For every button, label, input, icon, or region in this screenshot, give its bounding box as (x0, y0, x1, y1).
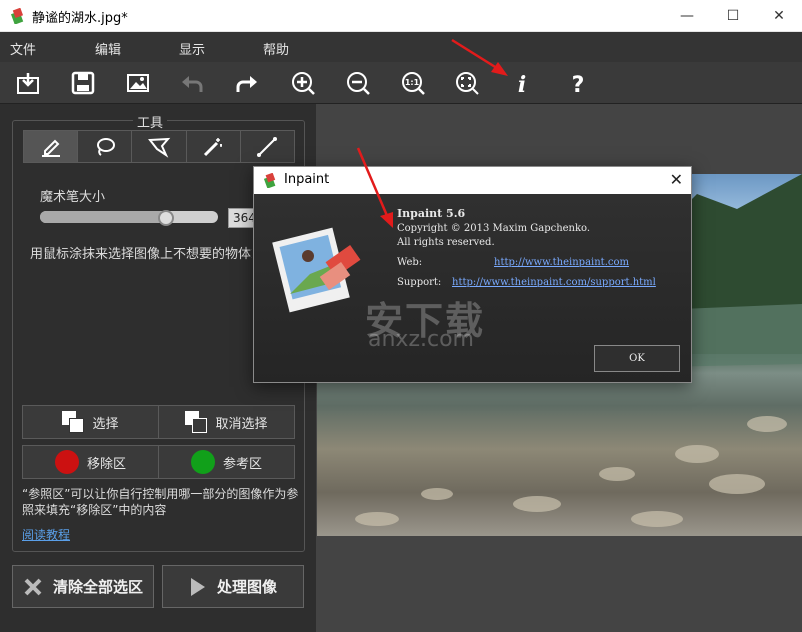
copyright-text: Copyright © 2013 Maxim Gapchenko. (397, 223, 591, 234)
brush-size-label: 魔术笔大小 (40, 190, 106, 205)
menu-help[interactable]: 帮助 (263, 39, 289, 58)
support-link[interactable]: http://www.theinpaint.com/support.html (452, 277, 656, 288)
select-button[interactable]: 选择 (23, 406, 159, 438)
reference-region-label: 参考区 (222, 456, 262, 472)
menu-edit[interactable]: 编辑 (95, 39, 121, 58)
zoom-out-button[interactable] (343, 68, 373, 98)
menu-file[interactable]: 文件 (10, 39, 36, 58)
save-button[interactable] (68, 68, 98, 98)
svg-text:?: ? (572, 73, 585, 96)
web-link[interactable]: http://www.theinpaint.com (494, 257, 629, 268)
clear-selection-label: 清除全部选区 (52, 578, 143, 596)
magic-wand-tool-button[interactable] (186, 131, 241, 162)
image-icon (127, 74, 149, 92)
marker-icon (41, 139, 60, 157)
polygon-lasso-tool-button[interactable] (132, 131, 187, 162)
fit-screen-icon (456, 72, 479, 95)
lasso-tool-button[interactable] (78, 131, 133, 162)
tools-title: 工具 (133, 112, 168, 131)
line-icon (257, 136, 278, 157)
close-button[interactable]: ✕ (756, 0, 802, 32)
rights-text: All rights reserved. (397, 237, 495, 248)
brush-size-slider[interactable] (40, 211, 218, 223)
process-image-label: 处理图像 (216, 578, 277, 596)
redo-button[interactable] (232, 68, 262, 98)
remove-region-dot-icon (54, 450, 79, 474)
app-logo-icon (10, 8, 24, 24)
process-image-button[interactable]: 处理图像 (162, 565, 304, 608)
slider-fill (40, 211, 166, 223)
web-label: Web: (397, 257, 423, 268)
clear-x-icon (24, 578, 42, 595)
help-button[interactable]: ? (563, 68, 593, 98)
reference-region-note: “参照区”可以让你自行控制用哪一部分的图像作为参照来填充“移除区”中的内容 (22, 487, 299, 517)
image-button[interactable] (123, 68, 153, 98)
zoom-out-icon (347, 72, 370, 95)
dialog-title: Inpaint (284, 172, 330, 187)
play-icon (190, 577, 205, 596)
dialog-close-icon[interactable]: ✕ (670, 170, 683, 189)
svg-text:i: i (518, 72, 526, 96)
fit-screen-button[interactable] (452, 68, 482, 98)
minimize-icon: — (680, 8, 694, 24)
clear-selection-button[interactable]: 清除全部选区 (12, 565, 154, 608)
dialog-title-bar: Inpaint ✕ (254, 167, 691, 194)
polygon-lasso-icon (148, 137, 171, 158)
redo-icon (236, 76, 257, 92)
menu-view[interactable]: 显示 (179, 39, 205, 58)
zoom-in-icon (292, 72, 315, 95)
inpaint-logo-icon (263, 173, 276, 188)
app-window: 静谧的湖水.jpg* — ☐ ✕ 文件 编辑 显示 帮助 1:1 i ? 工具 … (0, 0, 802, 632)
undo-icon (182, 76, 203, 92)
deselect-button[interactable]: 取消选择 (159, 406, 294, 438)
marker-tool-button[interactable] (24, 131, 79, 162)
deselect-icon (185, 411, 208, 433)
menu-bar: 文件 编辑 显示 帮助 (0, 32, 802, 62)
open-button[interactable] (13, 68, 43, 98)
selection-row: 选择 取消选择 (22, 405, 295, 439)
help-icon: ? (572, 73, 585, 96)
remove-region-label: 移除区 (86, 456, 126, 472)
info-button[interactable]: i (507, 68, 537, 98)
undo-button[interactable] (177, 68, 207, 98)
minimize-button[interactable]: — (664, 0, 710, 32)
open-icon (17, 73, 39, 94)
info-icon: i (518, 72, 526, 96)
hint-text: 用鼠标涂抹来选择图像上不想要的物体或水印 (30, 247, 252, 262)
inpaint-product-logo-icon (272, 227, 361, 313)
title-bar: 静谧的湖水.jpg* — ☐ ✕ (0, 0, 802, 32)
select-icon (62, 411, 85, 433)
tool-selector (23, 130, 295, 163)
zoom-in-button[interactable] (288, 68, 318, 98)
region-row: 移除区 参考区 (22, 445, 295, 479)
deselect-label: 取消选择 (215, 416, 268, 432)
watermark-domain: anxz.com (368, 327, 474, 352)
toolbar: 1:1 i ? (0, 62, 802, 104)
select-label: 选择 (92, 416, 119, 432)
magic-wand-icon (204, 137, 223, 156)
reference-region-button[interactable]: 参考区 (159, 446, 294, 478)
svg-text:1:1: 1:1 (405, 78, 420, 87)
lasso-icon (96, 137, 115, 156)
maximize-icon: ☐ (726, 8, 740, 24)
zoom-1to1-icon: 1:1 (402, 72, 425, 95)
zoom-1to1-button[interactable]: 1:1 (398, 68, 428, 98)
ok-button[interactable]: OK (594, 345, 680, 372)
maximize-button[interactable]: ☐ (710, 0, 756, 32)
remove-region-button[interactable]: 移除区 (23, 446, 159, 478)
line-tool-button[interactable] (240, 131, 295, 162)
reference-region-dot-icon (190, 450, 215, 474)
product-name: Inpaint 5.6 (397, 207, 466, 220)
support-label: Support: (397, 277, 442, 288)
save-icon (71, 71, 95, 95)
close-icon: ✕ (773, 8, 785, 24)
read-tutorial-link[interactable]: 阅读教程 (22, 526, 70, 543)
slider-knob[interactable] (158, 210, 174, 226)
window-title: 静谧的湖水.jpg* (32, 11, 128, 26)
